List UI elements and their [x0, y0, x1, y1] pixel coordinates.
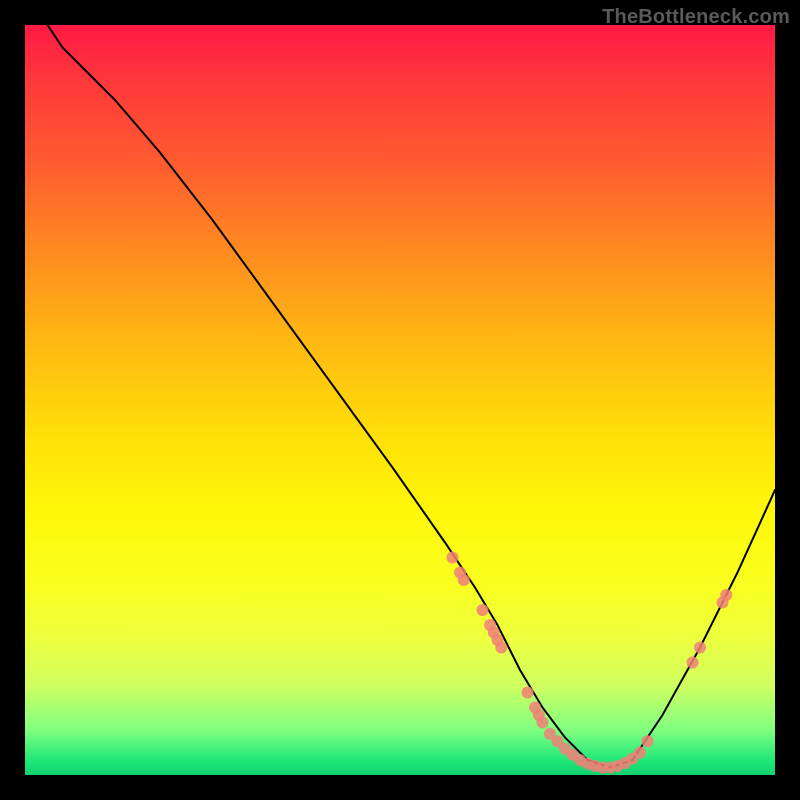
watermark-label: TheBottleneck.com [602, 6, 790, 29]
chart-container: TheBottleneck.com [0, 0, 800, 800]
data-point [522, 687, 534, 699]
plot-area [25, 25, 775, 775]
data-point [687, 657, 699, 669]
data-point [458, 574, 470, 586]
curve-layer [25, 25, 775, 775]
data-point [720, 589, 732, 601]
data-point [477, 604, 489, 616]
data-point [537, 717, 549, 729]
data-point [642, 735, 654, 747]
data-point [634, 747, 646, 759]
data-points [447, 552, 733, 774]
data-point [495, 642, 507, 654]
data-point [694, 642, 706, 654]
data-point [447, 552, 459, 564]
bottleneck-curve [48, 25, 776, 768]
